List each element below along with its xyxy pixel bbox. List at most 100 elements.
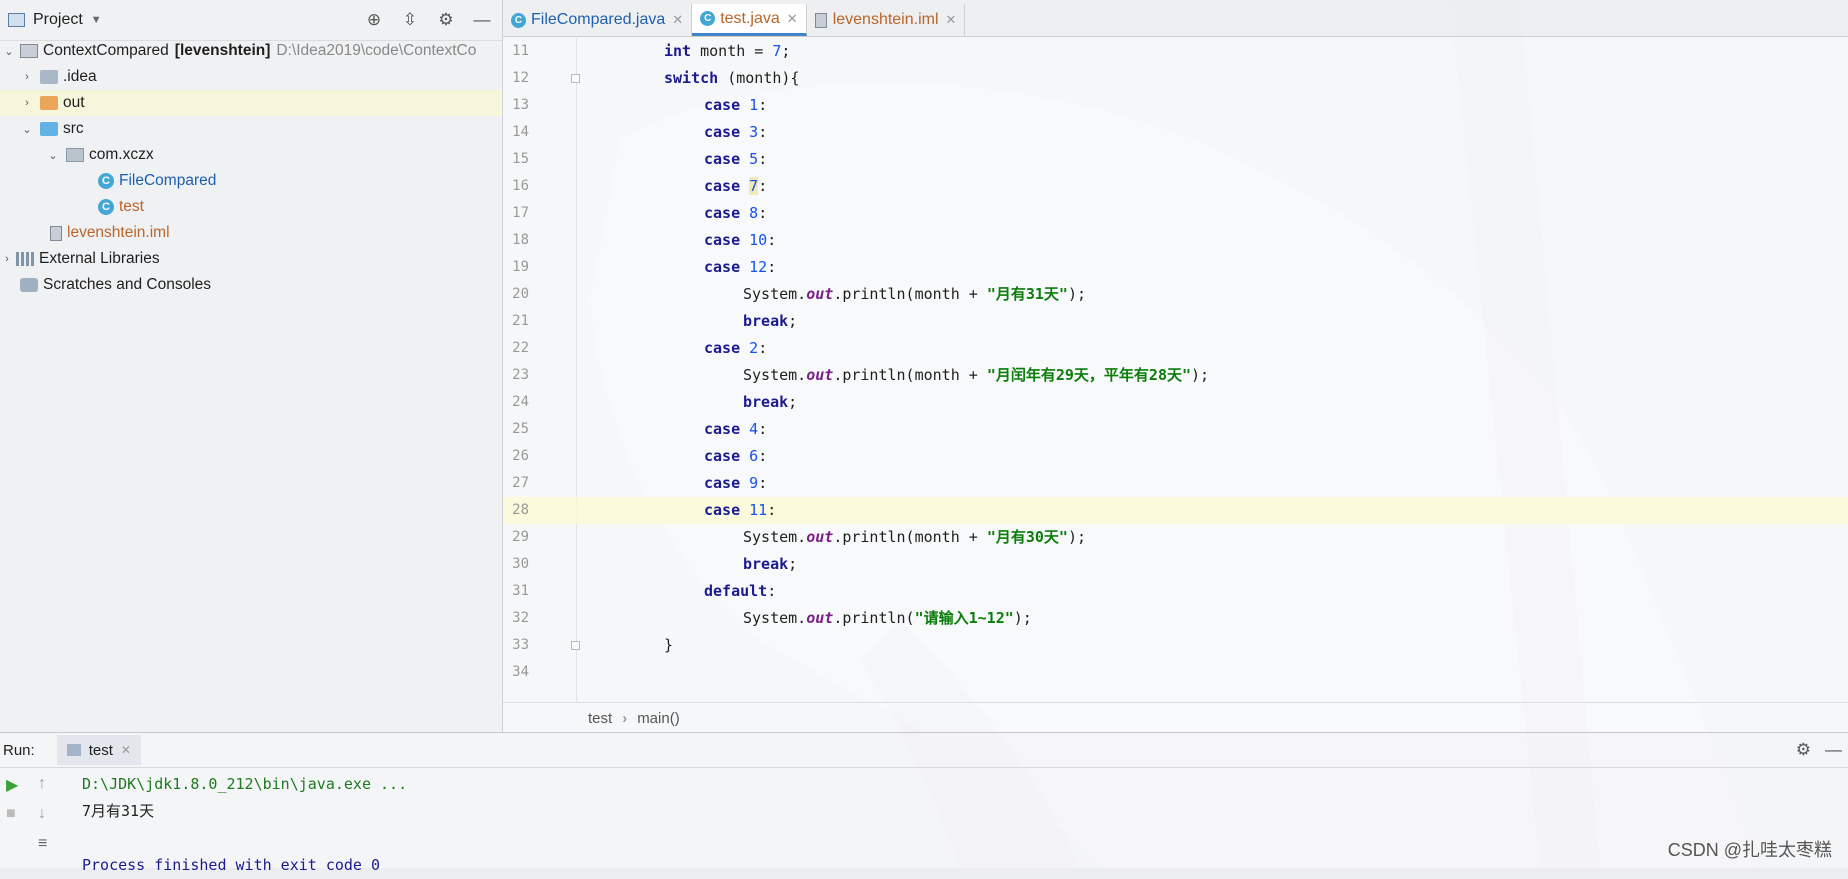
breadcrumb-class[interactable]: test — [588, 710, 612, 727]
java-class-icon: C — [511, 12, 526, 28]
keyword: case — [704, 231, 741, 249]
project-panel-title[interactable]: Project — [33, 11, 83, 29]
code-line: 30 break; — [503, 551, 1848, 578]
code-line-current: 28 case 11: — [503, 497, 1848, 524]
tree-item-label: out — [63, 94, 85, 111]
code-line: 22 case 2: — [503, 335, 1848, 362]
line-number: 32 — [512, 610, 529, 626]
code-text: ; — [781, 42, 791, 60]
number-literal: 3 — [749, 123, 759, 141]
code-text: : — [758, 96, 768, 114]
tree-item-idea[interactable]: › .idea — [0, 64, 502, 90]
tree-item-root[interactable]: ⌄ ContextCompared [levenshtein] D:\Idea2… — [0, 38, 502, 64]
code-text: (month){ — [718, 69, 800, 87]
code-text: System. — [743, 366, 807, 384]
fold-icon[interactable] — [571, 641, 580, 650]
keyword: case — [704, 204, 741, 222]
tree-item-src[interactable]: ⌄ src — [0, 116, 502, 142]
code-editor[interactable]: 11 int month = 7; 12 switch (month){ 13 … — [503, 38, 1848, 702]
code-text: : — [767, 231, 777, 249]
line-number: 30 — [512, 556, 529, 572]
chevron-down-icon[interactable]: ⌄ — [2, 45, 16, 58]
chevron-down-icon[interactable]: ⌄ — [20, 123, 34, 136]
keyword: default — [704, 582, 768, 600]
chevron-down-icon[interactable]: ⌄ — [46, 149, 60, 162]
code-text: ); — [1067, 528, 1087, 546]
line-number: 28 — [512, 502, 529, 518]
run-tab-test[interactable]: test ✕ — [56, 735, 141, 765]
rerun-icon[interactable]: ▶ — [6, 775, 18, 795]
code-line: 12 switch (month){ — [503, 65, 1848, 92]
gear-icon[interactable]: ⚙ — [436, 10, 456, 30]
code-text: .println(month + — [833, 528, 987, 546]
java-class-icon: C — [98, 173, 114, 189]
chevron-right-icon[interactable]: › — [20, 71, 34, 83]
code-text: month = — [691, 42, 773, 60]
close-icon[interactable]: ✕ — [121, 743, 131, 757]
tab-filecompared[interactable]: C FileCompared.java ✕ — [503, 4, 693, 36]
soft-wrap-icon[interactable]: ≡ — [38, 835, 47, 853]
number-literal: 2 — [749, 339, 759, 357]
close-icon[interactable]: ✕ — [946, 12, 957, 28]
java-class-icon: C — [700, 11, 716, 26]
chevron-right-icon[interactable]: › — [20, 97, 34, 109]
fold-icon[interactable] — [571, 74, 580, 83]
tab-test-java[interactable]: C test.java ✕ — [692, 4, 807, 36]
console-output[interactable]: D:\JDK\jdk1.8.0_212\bin\java.exe ... 7月有… — [82, 771, 407, 879]
minimize-icon[interactable]: — — [1825, 740, 1842, 760]
code-line: 20 System.out.println(month + "月有31天"); — [503, 281, 1848, 308]
code-line: 19 case 12: — [503, 254, 1848, 281]
code-text: } — [664, 636, 674, 654]
string-literal: "请输入1~12" — [914, 609, 1014, 627]
tab-levenshtein-iml[interactable]: levenshtein.iml ✕ — [807, 4, 966, 36]
tab-label: FileCompared.java — [531, 11, 666, 28]
tree-item-test[interactable]: C test — [0, 194, 502, 220]
run-side-toolbar: ▶ ↑ ■ ↓ ≡ — [0, 767, 60, 867]
keyword: int — [664, 42, 692, 60]
tree-item-label: .idea — [63, 68, 97, 85]
chevron-right-icon[interactable]: › — [0, 253, 14, 265]
breadcrumb-method[interactable]: main() — [637, 710, 680, 727]
line-number: 24 — [512, 394, 529, 410]
code-line: 29 System.out.println(month + "月有30天"); — [503, 524, 1848, 551]
tree-item-label: com.xczx — [89, 146, 154, 163]
line-number: 16 — [512, 178, 529, 194]
arrow-down-icon[interactable]: ↓ — [38, 805, 46, 823]
code-line: 26 case 6: — [503, 443, 1848, 470]
close-icon[interactable]: ✕ — [672, 12, 683, 28]
run-toolbar-right: ⚙ — — [1796, 733, 1842, 767]
project-tree: ⌄ ContextCompared [levenshtein] D:\Idea2… — [0, 38, 502, 298]
gear-icon[interactable]: ⚙ — [1796, 740, 1811, 760]
keyword: case — [704, 447, 741, 465]
code-text: ); — [1191, 366, 1210, 384]
code-text: .println( — [833, 609, 915, 627]
tree-item-filecompared[interactable]: C FileCompared — [0, 168, 502, 194]
close-icon[interactable]: ✕ — [787, 11, 798, 27]
tree-item-scratches[interactable]: Scratches and Consoles — [0, 272, 502, 298]
crosshair-icon[interactable]: ⊕ — [364, 10, 384, 30]
code-text: System. — [743, 609, 807, 627]
tree-item-out[interactable]: › out — [0, 90, 502, 116]
tree-item-iml[interactable]: levenshtein.iml — [0, 220, 502, 246]
iml-file-icon — [814, 12, 827, 28]
java-class-icon: C — [98, 199, 114, 215]
code-text: : — [758, 150, 768, 168]
arrow-up-icon[interactable]: ↑ — [38, 775, 46, 793]
keyword: switch — [664, 69, 719, 87]
chevron-down-icon[interactable]: ▼ — [91, 14, 102, 26]
code-text: : — [758, 204, 768, 222]
tree-item-external-libraries[interactable]: › External Libraries — [0, 246, 502, 272]
minimize-icon[interactable]: — — [472, 10, 492, 30]
code-text: ; — [788, 393, 798, 411]
line-number: 13 — [512, 97, 529, 113]
collapse-icon[interactable]: ⇳ — [400, 10, 420, 30]
code-text: .println(month + — [833, 366, 987, 384]
code-line: 23 System.out.println(month + "月闰年有29天，平… — [503, 362, 1848, 389]
breadcrumb: test › main() — [503, 702, 1848, 733]
tree-item-package[interactable]: ⌄ com.xczx — [0, 142, 502, 168]
string-literal: "月有30天" — [986, 528, 1068, 546]
stop-icon[interactable]: ■ — [6, 805, 16, 823]
keyword: break — [743, 555, 789, 573]
line-number: 14 — [512, 124, 529, 140]
